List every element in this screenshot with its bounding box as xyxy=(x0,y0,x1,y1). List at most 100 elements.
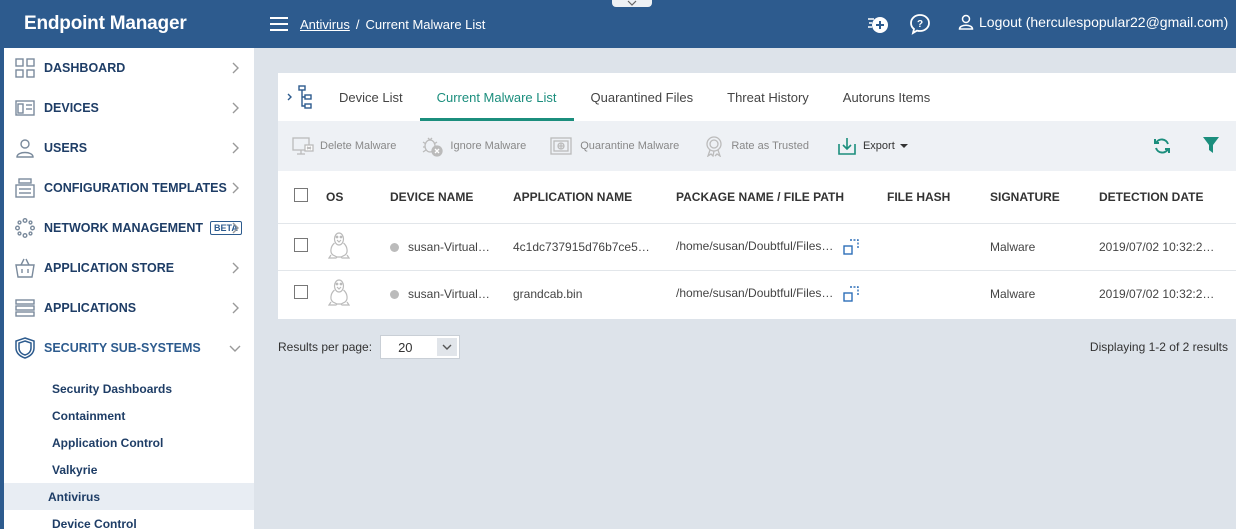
tab-device-list[interactable]: Device List xyxy=(322,73,420,121)
sidebar-item-label: APPLICATION STORE xyxy=(44,261,175,275)
expand-path-icon[interactable] xyxy=(843,286,859,302)
device-name-cell[interactable]: susan-Virtual… xyxy=(408,287,490,301)
tree-toggle-icon[interactable] xyxy=(278,73,322,121)
rate-as-trusted-button[interactable]: Rate as Trusted xyxy=(703,135,809,157)
table-row[interactable]: susan-Virtual… grandcab.bin /home/susan/… xyxy=(278,269,1236,317)
sidebar-item-users[interactable]: USERS xyxy=(4,128,254,168)
breadcrumb-separator: / xyxy=(355,16,360,32)
linux-icon xyxy=(327,232,351,259)
sidebar-item-configuration-templates[interactable]: CONFIGURATION TEMPLATES xyxy=(4,168,254,208)
chevron-right-icon xyxy=(232,102,239,114)
devices-icon xyxy=(14,97,36,119)
sidebar: Endpoint Manager DASHBOARD DEVICES USERS… xyxy=(0,0,254,529)
network-icon xyxy=(14,217,36,239)
column-header-os[interactable]: OS xyxy=(326,171,390,223)
delete-malware-label: Delete Malware xyxy=(320,140,397,152)
breadcrumb-link-antivirus[interactable]: Antivirus xyxy=(300,17,350,32)
sidebar-item-label: DEVICES xyxy=(44,101,99,115)
breadcrumb: Antivirus / Current Malware List xyxy=(300,17,485,32)
table-header-row: OS DEVICE NAME APPLICATION NAME PACKAGE … xyxy=(278,171,1236,223)
ignore-malware-icon xyxy=(423,137,444,157)
ignore-malware-label: Ignore Malware xyxy=(450,140,527,152)
column-header-detection-date[interactable]: DETECTION DATE xyxy=(1099,171,1236,223)
top-bar: Antivirus / Current Malware List ? Logou… xyxy=(254,0,1236,48)
sidebar-item-label: SECURITY SUB-SYSTEMS xyxy=(44,341,201,355)
signature-cell: Malware xyxy=(990,222,1099,270)
file-hash-cell xyxy=(887,269,990,317)
quarantine-malware-button[interactable]: Quarantine Malware xyxy=(550,135,679,157)
status-dot xyxy=(390,290,399,300)
sidebar-item-label: USERS xyxy=(44,141,88,155)
column-header-application-name[interactable]: APPLICATION NAME xyxy=(513,171,676,223)
applications-icon xyxy=(14,297,36,319)
malware-table: OS DEVICE NAME APPLICATION NAME PACKAGE … xyxy=(278,171,1236,317)
store-icon xyxy=(14,257,36,279)
help-icon[interactable]: ? xyxy=(908,12,932,36)
device-name-cell[interactable]: susan-Virtual… xyxy=(408,240,490,254)
user-icon xyxy=(14,137,36,159)
chevron-down-icon[interactable] xyxy=(437,338,458,356)
chevron-right-icon xyxy=(232,142,239,154)
column-header-file-hash[interactable]: FILE HASH xyxy=(887,171,990,223)
tab-quarantined-files[interactable]: Quarantined Files xyxy=(574,73,711,121)
user-icon xyxy=(958,14,974,30)
tab-autoruns-items[interactable]: Autoruns Items xyxy=(826,73,947,121)
sidebar-item-security-sub-systems[interactable]: SECURITY SUB-SYSTEMS xyxy=(4,328,254,368)
chevron-right-icon xyxy=(232,302,239,314)
tab-bar: Device List Current Malware List Quarant… xyxy=(278,73,1236,121)
sidebar-subitem-antivirus[interactable]: Antivirus xyxy=(0,483,254,510)
dashboard-icon xyxy=(14,57,36,79)
row-checkbox[interactable] xyxy=(294,285,308,300)
sidebar-item-applications[interactable]: APPLICATIONS xyxy=(4,288,254,328)
select-all-checkbox[interactable] xyxy=(294,188,308,203)
pagination-controls: Results per page: 20 xyxy=(278,335,461,359)
page-size-select[interactable]: 20 xyxy=(380,335,461,359)
row-checkbox[interactable] xyxy=(294,238,308,252)
sidebar-item-devices[interactable]: DEVICES xyxy=(4,88,254,128)
delete-malware-icon xyxy=(292,137,314,155)
sidebar-item-label: NETWORK MANAGEMENT xyxy=(44,221,204,235)
sidebar-subitem-security-dashboards[interactable]: Security Dashboards xyxy=(4,375,254,402)
delete-malware-button[interactable]: Delete Malware xyxy=(292,136,396,156)
app-title: Endpoint Manager xyxy=(4,0,254,48)
table-row[interactable]: susan-Virtual… 4c1dc737915d76b7ce5… /hom… xyxy=(278,222,1236,270)
quarantine-malware-label: Quarantine Malware xyxy=(580,140,680,152)
logout-label: Logout (herculespopular22@gmail.com) xyxy=(979,14,1229,30)
sidebar-item-network-management[interactable]: NETWORK MANAGEMENT BETA xyxy=(4,208,254,248)
sidebar-subitem-containment[interactable]: Containment xyxy=(4,402,254,429)
sidebar-item-dashboard[interactable]: DASHBOARD xyxy=(4,48,254,88)
rate-as-trusted-label: Rate as Trusted xyxy=(731,140,809,152)
file-path-cell: /home/susan/Doubtful/Files… xyxy=(676,285,834,300)
tab-threat-history[interactable]: Threat History xyxy=(710,73,826,121)
results-count: Displaying 1-2 of 2 results xyxy=(1089,340,1228,354)
sidebar-subitem-application-control[interactable]: Application Control xyxy=(4,429,254,456)
export-button[interactable]: Export xyxy=(837,136,909,156)
caret-down-icon xyxy=(899,144,908,148)
application-name-cell: 4c1dc737915d76b7ce5… xyxy=(513,222,676,270)
collapse-header-button[interactable] xyxy=(612,0,652,7)
status-dot xyxy=(390,242,399,252)
expand-path-icon[interactable] xyxy=(843,238,859,255)
file-hash-cell xyxy=(887,222,990,270)
ignore-malware-button[interactable]: Ignore Malware xyxy=(420,135,526,157)
quarantine-malware-icon xyxy=(550,137,572,155)
sidebar-subitem-valkyrie[interactable]: Valkyrie xyxy=(4,456,254,483)
sidebar-subitem-device-control[interactable]: Device Control xyxy=(4,510,254,529)
svg-text:?: ? xyxy=(917,19,923,30)
export-label: Export xyxy=(862,140,895,152)
chevron-down-icon xyxy=(627,0,637,6)
refresh-icon[interactable] xyxy=(1152,136,1172,156)
templates-icon xyxy=(14,177,36,199)
tab-current-malware-list[interactable]: Current Malware List xyxy=(419,73,574,121)
add-device-icon[interactable] xyxy=(866,12,890,36)
sidebar-item-application-store[interactable]: APPLICATION STORE xyxy=(4,248,254,288)
filter-icon[interactable] xyxy=(1202,136,1220,154)
detection-date-cell: 2019/07/02 10:32:2… xyxy=(1099,269,1236,317)
hamburger-menu-icon[interactable] xyxy=(270,17,288,31)
column-header-package-name[interactable]: PACKAGE NAME / FILE PATH xyxy=(676,171,887,223)
column-header-signature[interactable]: SIGNATURE xyxy=(990,171,1099,223)
shield-icon xyxy=(14,337,36,359)
column-header-device-name[interactable]: DEVICE NAME xyxy=(390,171,513,223)
sidebar-item-label: CONFIGURATION TEMPLATES xyxy=(44,181,227,195)
logout-button[interactable]: Logout (herculespopular22@gmail.com) xyxy=(958,14,1228,30)
